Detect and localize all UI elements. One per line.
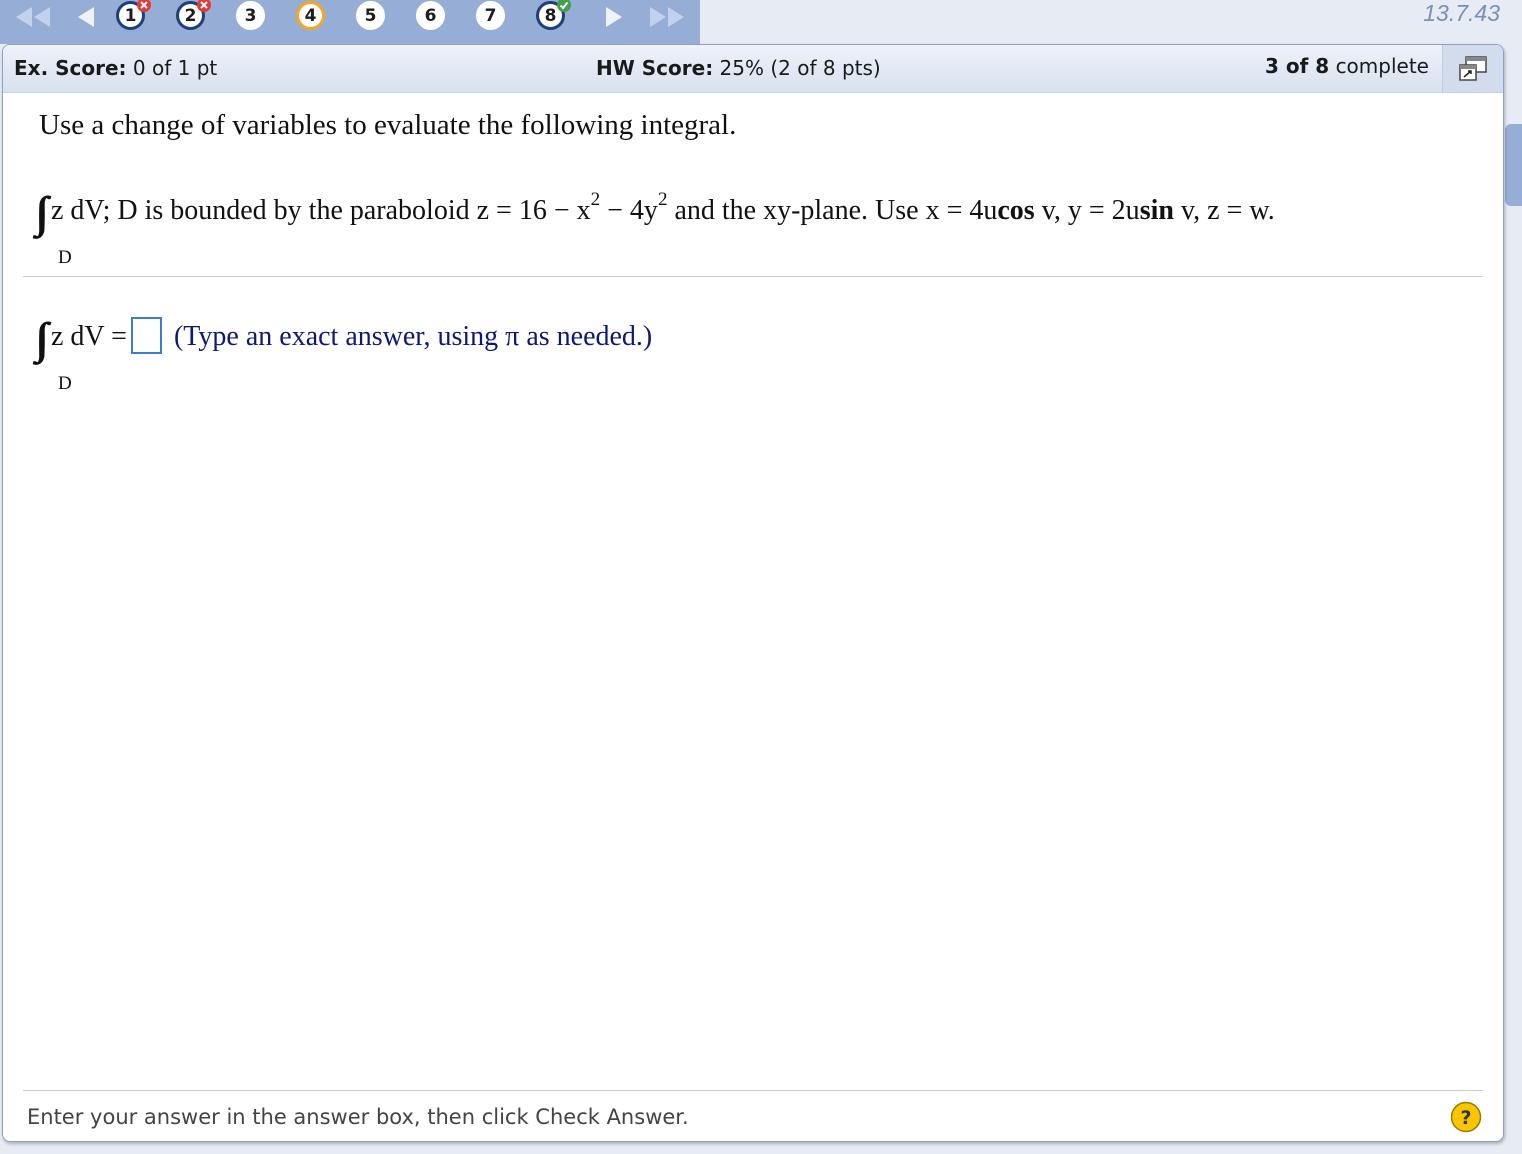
question-instruction: Use a change of variables to evaluate th… <box>39 109 737 141</box>
side-panel-tab[interactable] <box>1505 124 1522 206</box>
first-question-icon[interactable] <box>14 5 54 29</box>
answer-row: ∫∫∫z dV =(Type an exact answer, using π … <box>37 313 652 364</box>
question-1-button[interactable]: 1 <box>116 0 151 30</box>
answer-hint: (Type an exact answer, using π as needed… <box>173 321 653 352</box>
score-bar: Ex. Score: 0 of 1 pt HW Score: 25% (2 of… <box>3 45 1503 93</box>
last-question-icon[interactable] <box>646 5 686 29</box>
region-subscript: D <box>58 247 72 268</box>
previous-question-icon[interactable] <box>74 5 98 29</box>
question-version-label: 13.7.43 <box>1423 0 1500 26</box>
question-3-button[interactable]: 3 <box>236 1 265 30</box>
wrong-mark-icon <box>137 0 151 12</box>
question-8-button[interactable]: 8 <box>536 0 571 30</box>
help-icon[interactable]: ? <box>1450 1101 1482 1133</box>
expand-window-button[interactable] <box>1442 45 1503 92</box>
homework-score: HW Score: 25% (2 of 8 pts) <box>596 56 881 80</box>
region-subscript: D <box>58 373 72 394</box>
answer-input[interactable] <box>130 317 162 354</box>
wrong-mark-icon <box>197 0 211 12</box>
expand-window-icon <box>1459 55 1487 81</box>
footer-instruction: Enter your answer in the answer box, the… <box>27 1105 689 1129</box>
completion-status: 3 of 8 complete <box>1265 54 1429 78</box>
correct-check-icon <box>557 0 571 12</box>
integral-statement: ∫∫∫z dV; D is bounded by the paraboloid … <box>37 188 1275 237</box>
question-5-button[interactable]: 5 <box>356 1 385 30</box>
question-nav-bar: 1 2 3 4 5 6 7 8 <box>0 0 700 44</box>
divider <box>23 276 1483 277</box>
exercise-score: Ex. Score: 0 of 1 pt <box>14 56 218 80</box>
question-panel: Ex. Score: 0 of 1 pt HW Score: 25% (2 of… <box>2 44 1504 1142</box>
question-4-button[interactable]: 4 <box>296 1 325 30</box>
question-7-button[interactable]: 7 <box>476 1 505 30</box>
next-question-icon[interactable] <box>602 5 626 29</box>
question-2-button[interactable]: 2 <box>176 0 211 30</box>
divider <box>23 1090 1483 1091</box>
question-6-button[interactable]: 6 <box>416 1 445 30</box>
svg-text:?: ? <box>1460 1107 1471 1129</box>
